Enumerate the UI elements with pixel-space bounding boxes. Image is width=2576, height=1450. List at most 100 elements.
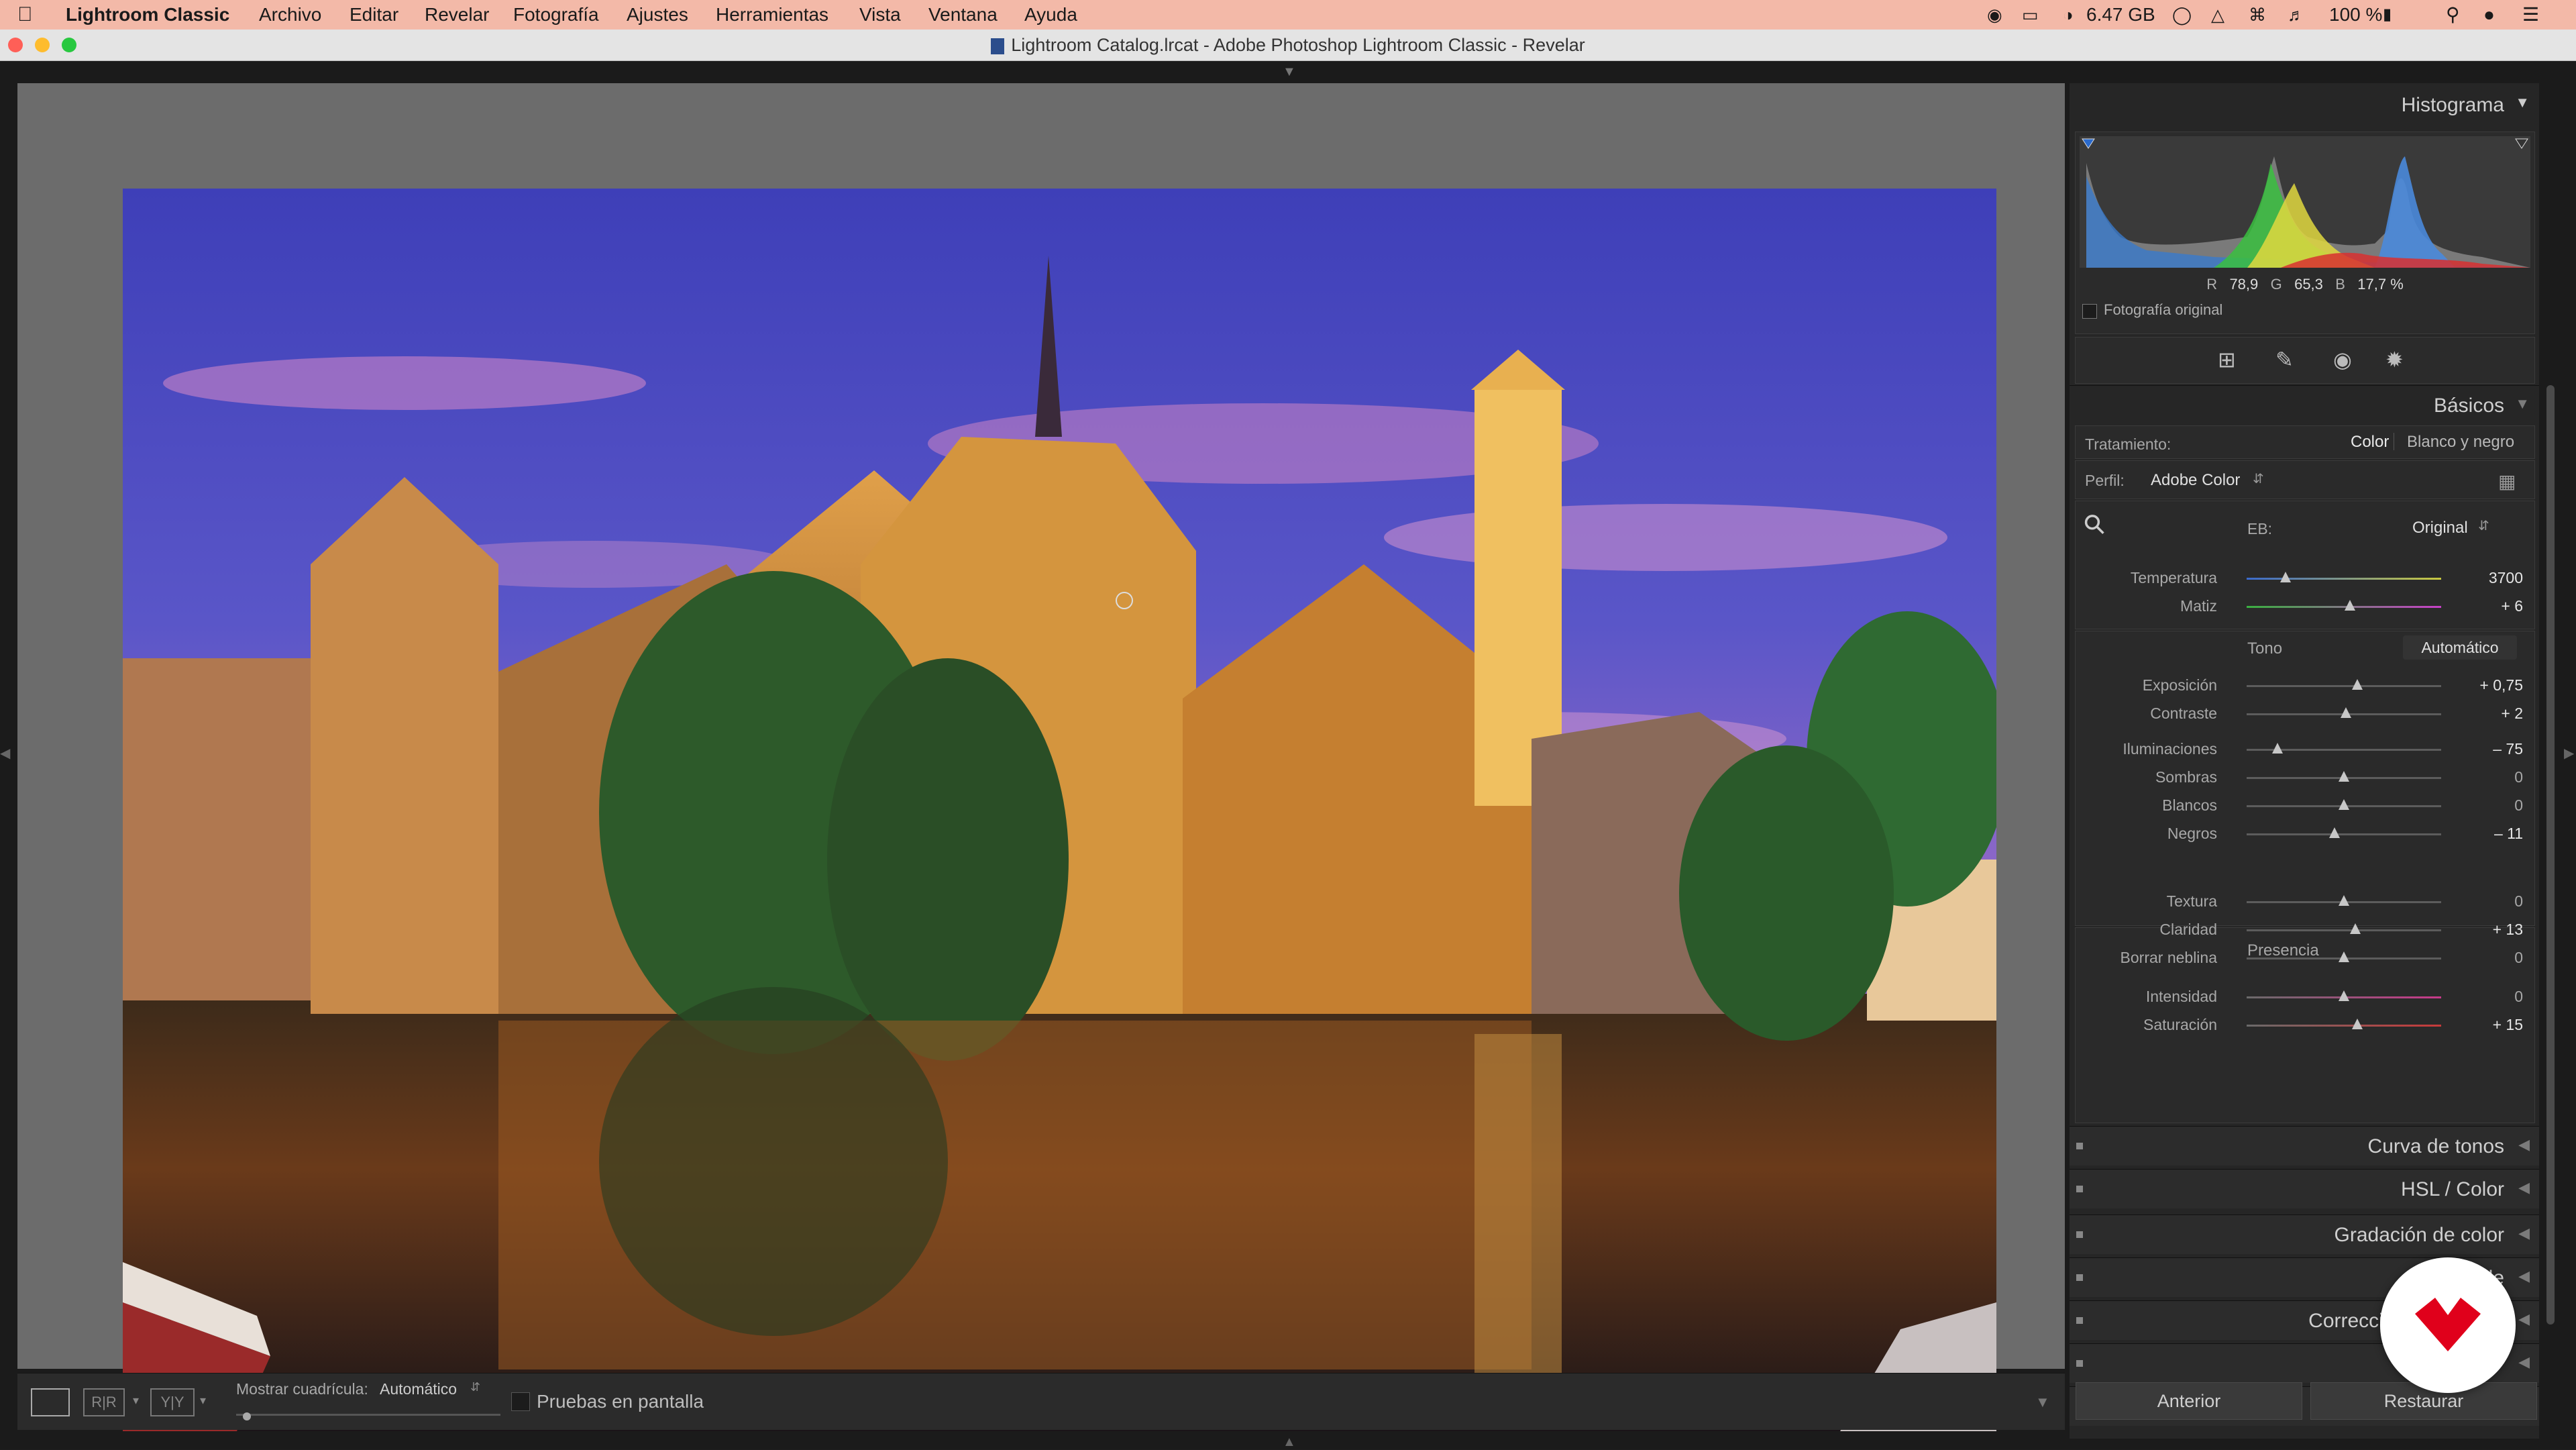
slider-track[interactable] bbox=[2247, 951, 2441, 962]
menu-editar[interactable]: Editar bbox=[350, 3, 398, 27]
collapse-icon[interactable]: ▼ bbox=[2515, 395, 2530, 413]
slider-track[interactable] bbox=[2247, 827, 2441, 838]
menu-archivo[interactable]: Archivo bbox=[259, 3, 321, 27]
slider-knob[interactable] bbox=[2340, 707, 2351, 718]
soft-proofing-checkbox[interactable] bbox=[511, 1392, 530, 1411]
slider-track[interactable] bbox=[2247, 990, 2441, 1001]
slider-value[interactable]: 3700 bbox=[2489, 569, 2523, 587]
bottom-panel-toggle-icon[interactable]: ▲ bbox=[1283, 1435, 1296, 1450]
slider-value[interactable]: 0 bbox=[2514, 768, 2523, 786]
right-panel-scrollbar[interactable] bbox=[2542, 83, 2559, 1439]
battery-icon[interactable]: ▮ bbox=[2383, 3, 2392, 27]
grid-size-slider-knob[interactable] bbox=[243, 1412, 251, 1420]
slider-knob[interactable] bbox=[2339, 895, 2349, 906]
slider-value[interactable]: + 6 bbox=[2501, 597, 2523, 615]
section-toggle-switch[interactable] bbox=[2076, 1317, 2083, 1324]
top-panel-toggle-icon[interactable]: ▼ bbox=[1283, 64, 1296, 80]
menu-ajustes[interactable]: Ajustes bbox=[627, 3, 688, 27]
slider-track[interactable] bbox=[2247, 799, 2441, 810]
slider-track[interactable] bbox=[2247, 923, 2441, 934]
slider-knob[interactable] bbox=[2328, 827, 2340, 838]
treatment-color-button[interactable]: Color bbox=[2351, 433, 2389, 452]
siri-icon[interactable]: ● bbox=[2483, 3, 2495, 27]
right-panel-toggle-icon[interactable]: ▶ bbox=[2564, 745, 2574, 762]
scrollbar-thumb[interactable] bbox=[2546, 385, 2555, 1325]
memory-status[interactable]: 6.47 GB bbox=[2086, 3, 2155, 27]
menu-ventana[interactable]: Ventana bbox=[928, 3, 998, 27]
color-grading-section[interactable]: Gradación de color ◀ bbox=[2070, 1214, 2539, 1254]
treatment-bw-button[interactable]: Blanco y negro bbox=[2407, 433, 2514, 452]
slider-value[interactable]: + 13 bbox=[2493, 921, 2523, 939]
slider-borrar-neblina[interactable]: Borrar neblina 0 bbox=[2070, 943, 2539, 970]
expand-icon[interactable]: ◀ bbox=[2518, 1310, 2530, 1328]
slider-knob[interactable] bbox=[2339, 990, 2349, 1001]
grid-overlay-select[interactable]: Automático bbox=[380, 1380, 457, 1398]
slider-textura[interactable]: Textura 0 bbox=[2070, 887, 2539, 914]
photo-canvas[interactable] bbox=[17, 83, 2065, 1431]
slider-track[interactable] bbox=[2247, 572, 2441, 582]
slider-contraste[interactable]: Contraste + 2 bbox=[2070, 699, 2539, 726]
section-toggle-switch[interactable] bbox=[2076, 1186, 2083, 1192]
slider-matiz[interactable]: Matiz + 6 bbox=[2070, 592, 2539, 619]
slider-knob[interactable] bbox=[2352, 1019, 2363, 1029]
wb-select[interactable]: Original bbox=[2412, 519, 2468, 537]
slider-blancos[interactable]: Blancos 0 bbox=[2070, 791, 2539, 818]
slider-knob[interactable] bbox=[2272, 743, 2284, 754]
section-toggle-switch[interactable] bbox=[2076, 1360, 2083, 1367]
red-eye-icon[interactable]: ◉ bbox=[2333, 347, 2352, 372]
slider-saturacion[interactable]: Saturación + 15 bbox=[2070, 1011, 2539, 1037]
slider-value[interactable]: + 0,75 bbox=[2479, 676, 2523, 694]
expand-icon[interactable]: ◀ bbox=[2518, 1179, 2530, 1196]
slider-knob[interactable] bbox=[2280, 572, 2291, 582]
menu-vista[interactable]: Vista bbox=[859, 3, 901, 27]
profile-dropdown-icon[interactable]: ⇵ bbox=[2253, 470, 2264, 487]
grid-size-slider[interactable] bbox=[236, 1414, 500, 1416]
histogram-chart[interactable] bbox=[2080, 136, 2530, 268]
slider-knob[interactable] bbox=[2352, 679, 2363, 690]
menu-ayuda[interactable]: Ayuda bbox=[1024, 3, 1077, 27]
healing-icon[interactable]: ✎ bbox=[2275, 347, 2294, 372]
slider-value[interactable]: 0 bbox=[2514, 949, 2523, 967]
slider-track[interactable] bbox=[2247, 707, 2441, 718]
slider-sombras[interactable]: Sombras 0 bbox=[2070, 763, 2539, 790]
section-toggle-switch[interactable] bbox=[2076, 1143, 2083, 1149]
slider-track[interactable] bbox=[2247, 895, 2441, 906]
loupe-view-icon[interactable] bbox=[31, 1388, 70, 1416]
soft-proofing-label[interactable]: Pruebas en pantalla bbox=[537, 1391, 704, 1412]
swap-view-icon[interactable]: Y|Y bbox=[150, 1388, 195, 1416]
section-toggle-switch[interactable] bbox=[2076, 1274, 2083, 1281]
slider-exposicion[interactable]: Exposición + 0,75 bbox=[2070, 671, 2539, 698]
slider-claridad[interactable]: Claridad + 13 bbox=[2070, 915, 2539, 942]
photo-preview[interactable] bbox=[123, 189, 1996, 1431]
wifi-icon[interactable]: ⌘ bbox=[2249, 3, 2266, 27]
original-photo-label[interactable]: Fotografía original bbox=[2104, 301, 2222, 319]
slider-value[interactable]: 0 bbox=[2514, 988, 2523, 1006]
section-toggle-switch[interactable] bbox=[2076, 1231, 2083, 1238]
slider-knob[interactable] bbox=[2350, 923, 2361, 934]
airplay-icon[interactable]: △ bbox=[2211, 3, 2224, 27]
slider-value[interactable]: 0 bbox=[2514, 892, 2523, 911]
menu-fotografia[interactable]: Fotografía bbox=[513, 3, 599, 27]
expand-icon[interactable]: ◀ bbox=[2518, 1136, 2530, 1153]
slider-value[interactable]: + 2 bbox=[2501, 705, 2523, 723]
slider-temperatura[interactable]: Temperatura 3700 bbox=[2070, 564, 2539, 590]
slider-track[interactable] bbox=[2247, 1019, 2441, 1029]
slider-track[interactable] bbox=[2247, 679, 2441, 690]
memory-icon[interactable]: ◑ bbox=[2063, 3, 2074, 27]
slider-knob[interactable] bbox=[2339, 951, 2349, 962]
menu-herramientas[interactable]: Herramientas bbox=[716, 3, 828, 27]
slider-track[interactable] bbox=[2247, 771, 2441, 782]
eyedropper-icon[interactable]: ⚲ bbox=[2077, 507, 2112, 542]
left-panel-toggle-icon[interactable]: ◀ bbox=[0, 745, 10, 762]
profile-browser-icon[interactable]: ▦ bbox=[2498, 470, 2516, 493]
slider-knob[interactable] bbox=[2339, 771, 2349, 782]
slider-value[interactable]: – 11 bbox=[2494, 825, 2523, 843]
collapse-icon[interactable]: ▼ bbox=[2515, 94, 2530, 111]
grid-overlay-dropdown-icon[interactable]: ⇵ bbox=[470, 1380, 480, 1394]
slider-iluminaciones[interactable]: Iluminaciones – 75 bbox=[2070, 735, 2539, 762]
auto-tone-button[interactable]: Automático bbox=[2403, 635, 2517, 660]
menu-revelar[interactable]: Revelar bbox=[425, 3, 489, 27]
slider-value[interactable]: 0 bbox=[2514, 796, 2523, 815]
slider-knob[interactable] bbox=[2344, 600, 2355, 611]
vpn-icon[interactable]: ◯ bbox=[2172, 3, 2192, 27]
